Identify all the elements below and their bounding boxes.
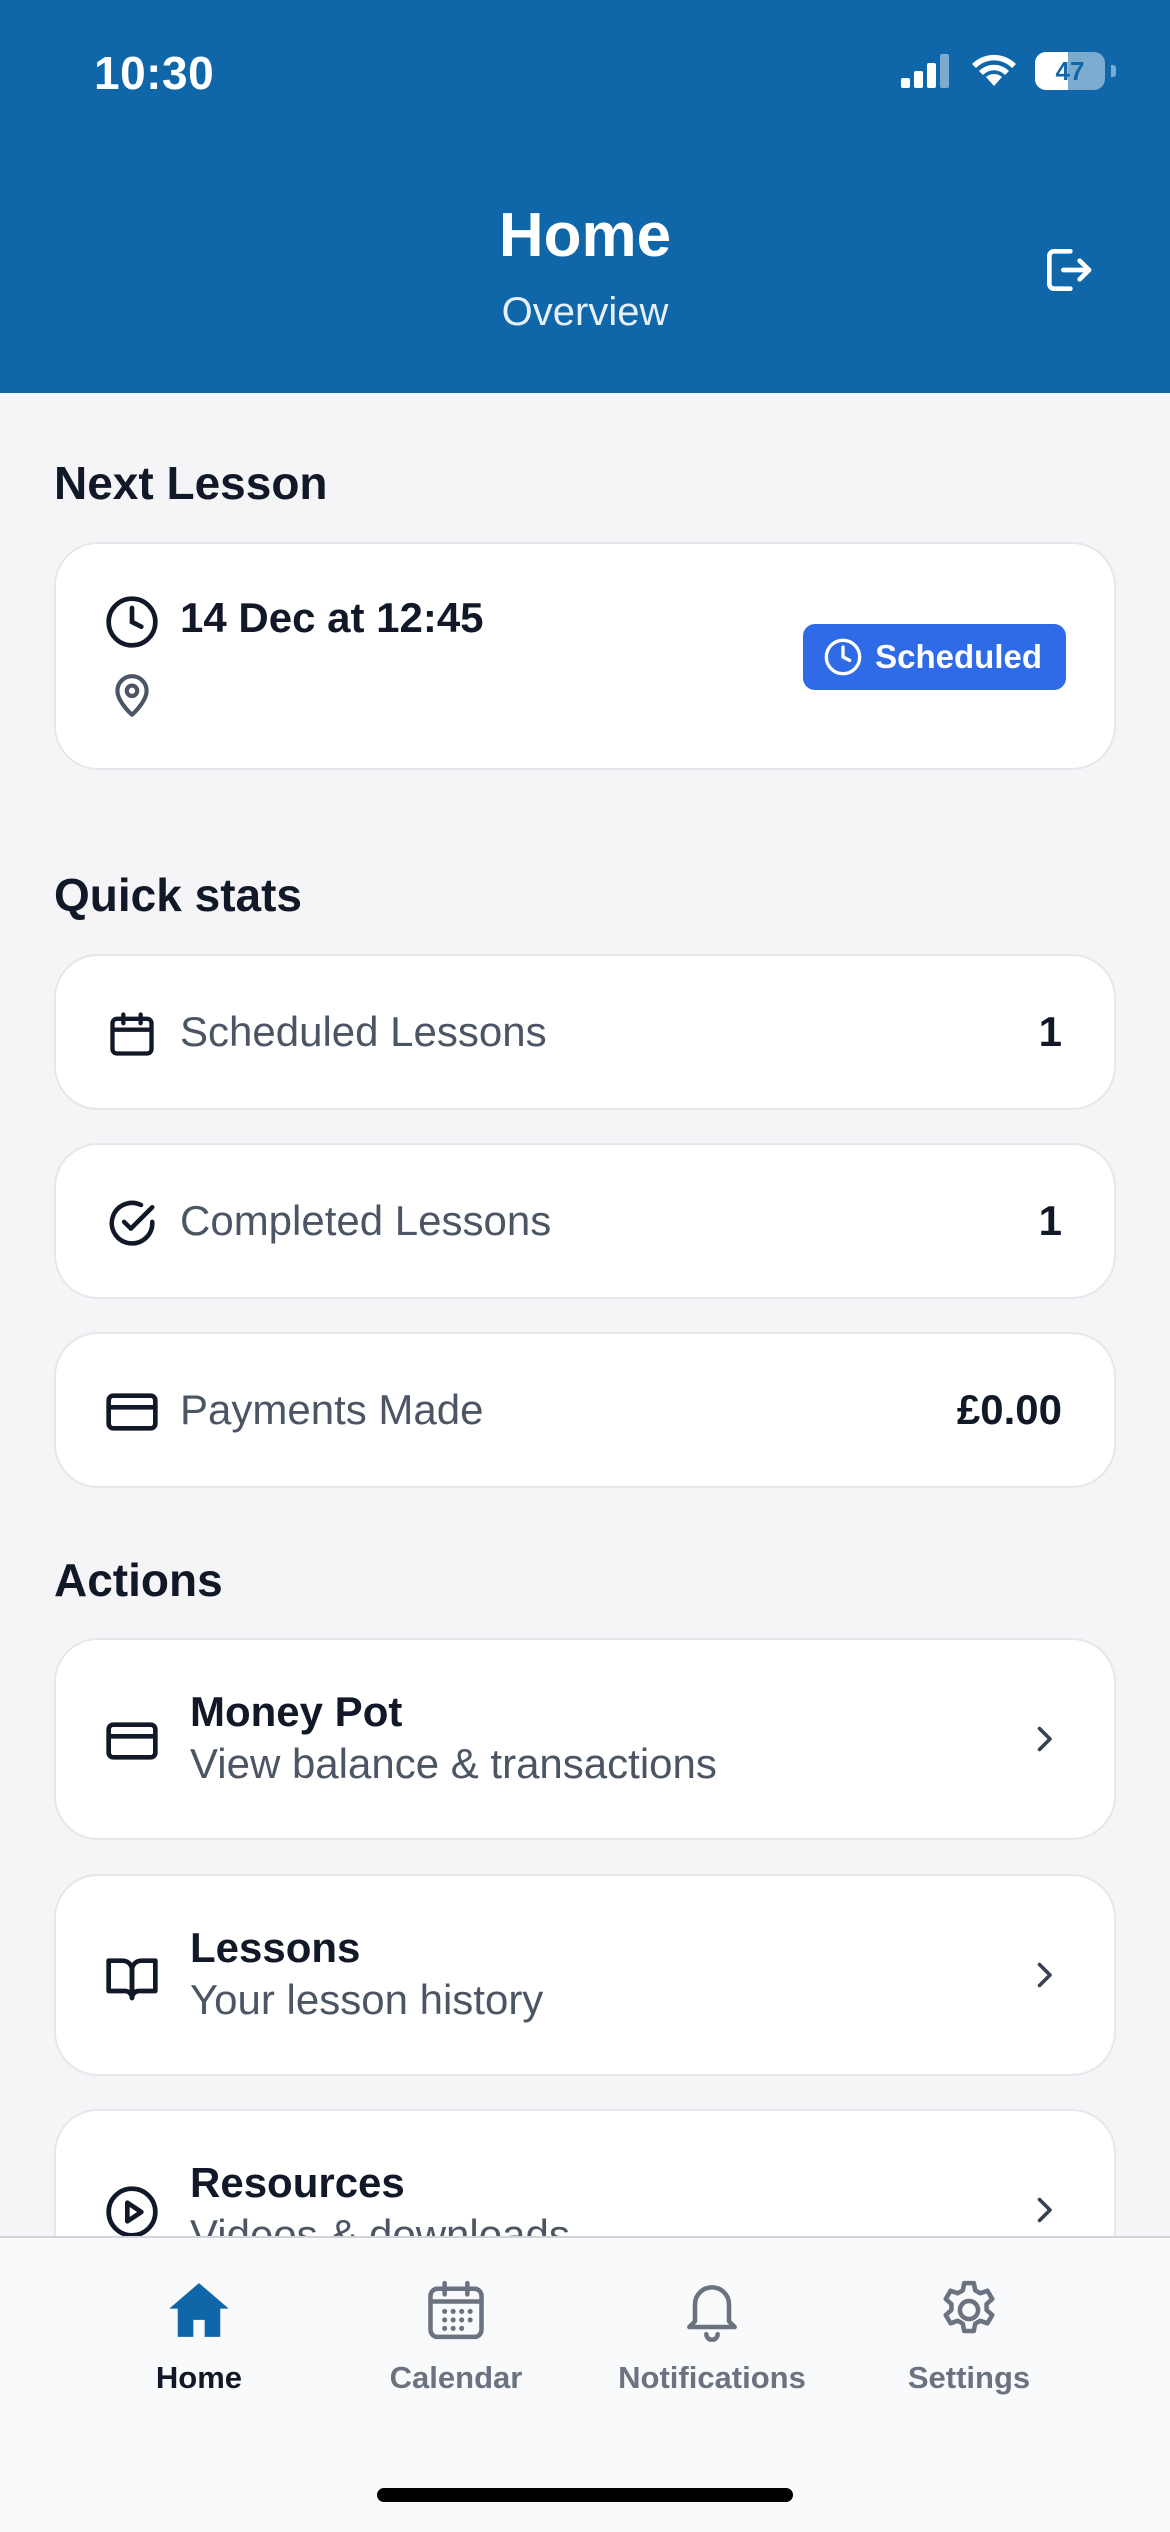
stat-label: Scheduled Lessons bbox=[180, 1008, 547, 1055]
action-lessons[interactable]: Lessons Your lesson history bbox=[54, 1874, 1116, 2076]
tab-settings[interactable]: Settings bbox=[849, 2276, 1089, 2396]
next-lesson-datetime: 14 Dec at 12:45 bbox=[180, 594, 484, 641]
wifi-icon bbox=[972, 54, 1016, 86]
status-icons: 47 bbox=[901, 52, 1116, 90]
app-header: 10:30 47 Home Overview bbox=[0, 0, 1170, 393]
stat-completed-lessons[interactable]: Completed Lessons 1 bbox=[54, 1143, 1116, 1299]
stat-label: Completed Lessons bbox=[180, 1197, 552, 1244]
stat-value: 1 bbox=[1038, 1197, 1062, 1244]
tab-home[interactable]: Home bbox=[79, 2276, 319, 2396]
status-badge-label: Scheduled bbox=[875, 638, 1042, 675]
stat-value: £0.00 bbox=[956, 1386, 1062, 1433]
tab-notifications[interactable]: Notifications bbox=[592, 2276, 832, 2396]
logout-button[interactable] bbox=[1036, 238, 1100, 302]
page-title: Home bbox=[498, 201, 672, 270]
action-money-pot[interactable]: Money Pot View balance & transactions bbox=[54, 1638, 1116, 1840]
stat-label: Payments Made bbox=[180, 1386, 484, 1433]
tab-label: Calendar bbox=[389, 2360, 523, 2395]
chevron-right-icon bbox=[1037, 1726, 1052, 1752]
credit-card-icon bbox=[104, 1713, 160, 1769]
clock-icon bbox=[824, 638, 862, 676]
home-icon bbox=[169, 2283, 229, 2337]
next-lesson-heading: Next Lesson bbox=[54, 457, 328, 509]
clock-icon bbox=[104, 594, 160, 650]
cellular-signal-icon bbox=[901, 54, 949, 88]
action-subtitle: View balance & transactions bbox=[190, 1740, 717, 1787]
tab-label: Settings bbox=[907, 2360, 1031, 2395]
calendar-icon bbox=[428, 2280, 484, 2340]
stat-scheduled-lessons[interactable]: Scheduled Lessons 1 bbox=[54, 954, 1116, 1110]
bell-icon bbox=[687, 2285, 737, 2342]
gear-icon bbox=[943, 2280, 995, 2334]
action-title: Lessons bbox=[190, 1924, 361, 1971]
check-circle-icon bbox=[104, 1195, 160, 1251]
action-subtitle: Your lesson history bbox=[190, 1976, 544, 2023]
home-indicator bbox=[377, 2488, 793, 2502]
next-lesson-card[interactable]: 14 Dec at 12:45 Scheduled bbox=[54, 542, 1116, 770]
location-pin-icon bbox=[104, 668, 160, 724]
battery-indicator: 47 bbox=[1035, 52, 1105, 90]
status-badge: Scheduled bbox=[803, 624, 1066, 690]
action-title: Money Pot bbox=[190, 1688, 403, 1735]
play-circle-icon bbox=[104, 2184, 160, 2240]
credit-card-icon bbox=[104, 1384, 160, 1440]
tab-calendar[interactable]: Calendar bbox=[336, 2276, 576, 2396]
quick-stats-heading: Quick stats bbox=[54, 869, 302, 921]
chevron-right-icon bbox=[1037, 2197, 1052, 2223]
action-title: Resources bbox=[190, 2159, 405, 2206]
book-icon bbox=[104, 1949, 160, 2005]
page-subtitle: Overview bbox=[501, 290, 669, 334]
calendar-icon bbox=[104, 1006, 160, 1062]
actions-heading: Actions bbox=[54, 1554, 223, 1606]
stat-payments-made[interactable]: Payments Made £0.00 bbox=[54, 1332, 1116, 1488]
logout-icon bbox=[1047, 249, 1092, 291]
tab-label: Home bbox=[155, 2360, 243, 2395]
status-time: 10:30 bbox=[94, 47, 215, 99]
chevron-right-icon bbox=[1037, 1962, 1052, 1988]
tab-label: Notifications bbox=[618, 2360, 806, 2395]
stat-value: 1 bbox=[1038, 1008, 1062, 1055]
